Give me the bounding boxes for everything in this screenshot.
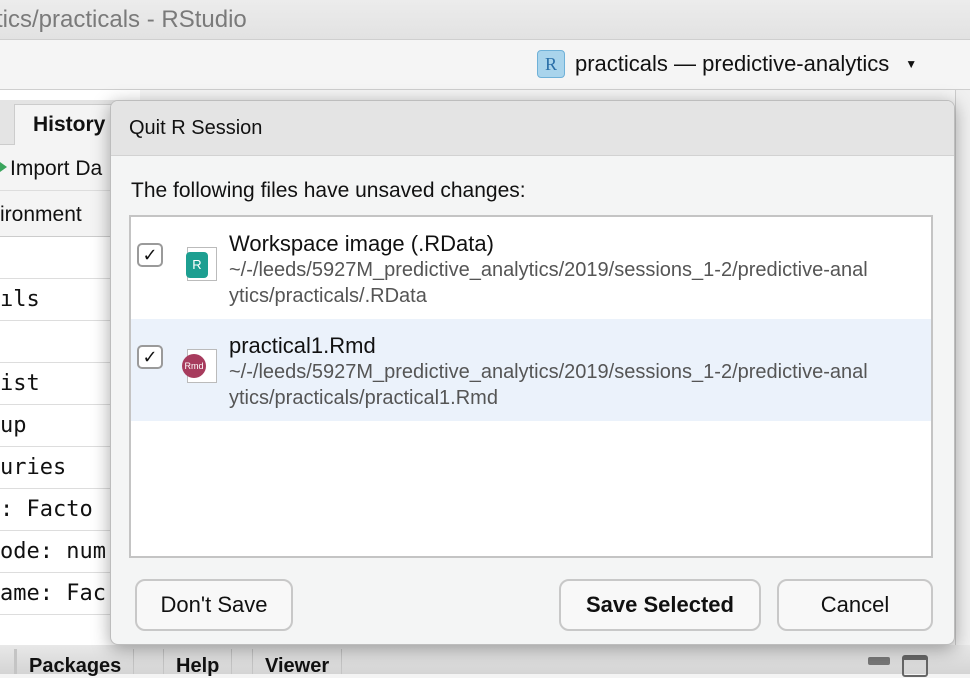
dont-save-button[interactable]: Don't Save	[135, 579, 293, 631]
file-checkbox[interactable]: ✓	[137, 243, 163, 267]
tab-packages[interactable]: Packages	[16, 649, 135, 677]
r-project-cube-icon: R	[537, 50, 565, 78]
bottom-pane-tabs: Packages Help Viewer	[0, 645, 970, 677]
dialog-message: The following files have unsaved changes…	[131, 179, 526, 202]
import-arrow-icon	[0, 162, 7, 172]
tab-viewer[interactable]: Viewer	[252, 649, 343, 677]
rdata-badge: R	[186, 252, 208, 278]
cancel-button[interactable]: Cancel	[777, 579, 933, 631]
file-item[interactable]: ✓ Rmd practical1.Rmd ~/-/leeds/5927M_pre…	[131, 319, 931, 421]
minimize-pane-icon[interactable]	[868, 657, 890, 665]
dialog-title: Quit R Session	[111, 101, 954, 156]
chevron-down-icon: ▼	[905, 57, 918, 71]
right-pane-edge	[955, 90, 970, 645]
tab-help[interactable]: Help	[163, 649, 233, 677]
file-name: Workspace image (.RData)	[229, 231, 494, 256]
file-checkbox[interactable]: ✓	[137, 345, 163, 369]
file-item[interactable]: ✓ R Workspace image (.RData) ~/-/leeds/5…	[131, 217, 931, 319]
quit-session-dialog: Quit R Session The following files have …	[110, 100, 955, 645]
unsaved-files-list: ✓ R Workspace image (.RData) ~/-/leeds/5…	[129, 215, 933, 558]
project-menu[interactable]: R practicals — predictive-analytics ▼	[537, 50, 917, 78]
project-label: practicals — predictive-analytics	[575, 51, 890, 76]
rdata-file-icon: R	[186, 247, 217, 281]
file-name: practical1.Rmd	[229, 333, 376, 358]
rmd-file-icon: Rmd	[182, 349, 217, 383]
main-toolbar: R practicals — predictive-analytics ▼	[0, 40, 970, 90]
save-selected-button[interactable]: Save Selected	[559, 579, 761, 631]
rmd-badge: Rmd	[182, 354, 206, 378]
file-path: ~/-/leeds/5927M_predictive_analytics/201…	[229, 259, 868, 307]
import-label: Import Da	[10, 157, 103, 180]
file-path: ~/-/leeds/5927M_predictive_analytics/201…	[229, 361, 868, 409]
window-title: tics/practicals - RStudio	[0, 6, 247, 33]
title-bar: tics/practicals - RStudio	[0, 0, 970, 40]
